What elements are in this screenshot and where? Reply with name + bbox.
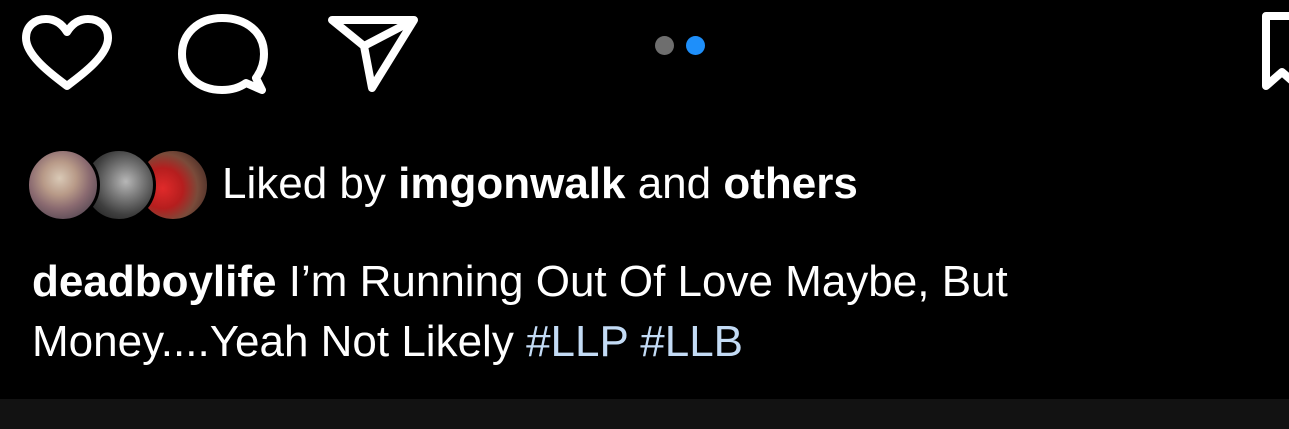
hashtag-link-llp[interactable]: #LLP xyxy=(526,317,628,366)
post-action-bar xyxy=(0,0,1289,110)
liked-by-connector: and xyxy=(625,159,724,208)
liked-by-others-link[interactable]: others xyxy=(723,159,857,208)
paper-plane-icon[interactable] xyxy=(326,8,422,94)
heart-outline-icon[interactable] xyxy=(18,12,116,94)
liked-by-text: Liked by imgonwalk and others xyxy=(222,159,858,209)
hashtag-link-llb[interactable]: #LLB xyxy=(640,317,743,366)
post-caption: deadboylife I’m Running Out Of Love Mayb… xyxy=(32,252,1272,372)
post-container: Liked by imgonwalk and others deadboylif… xyxy=(0,0,1289,429)
comment-bubble-icon[interactable] xyxy=(176,12,268,96)
caption-username-link[interactable]: deadboylife xyxy=(32,257,277,306)
bookmark-icon[interactable] xyxy=(1258,10,1289,94)
bottom-divider-bar xyxy=(0,399,1289,429)
liker-avatars[interactable] xyxy=(26,148,210,222)
carousel-dot-active xyxy=(686,35,705,55)
liked-by-prefix: Liked by xyxy=(222,159,399,208)
carousel-dot-inactive xyxy=(655,35,674,55)
avatar[interactable] xyxy=(26,148,100,222)
carousel-indicator xyxy=(655,35,705,55)
liked-by-row[interactable]: Liked by imgonwalk and others xyxy=(26,146,858,222)
liked-by-username-link[interactable]: imgonwalk xyxy=(398,159,625,208)
